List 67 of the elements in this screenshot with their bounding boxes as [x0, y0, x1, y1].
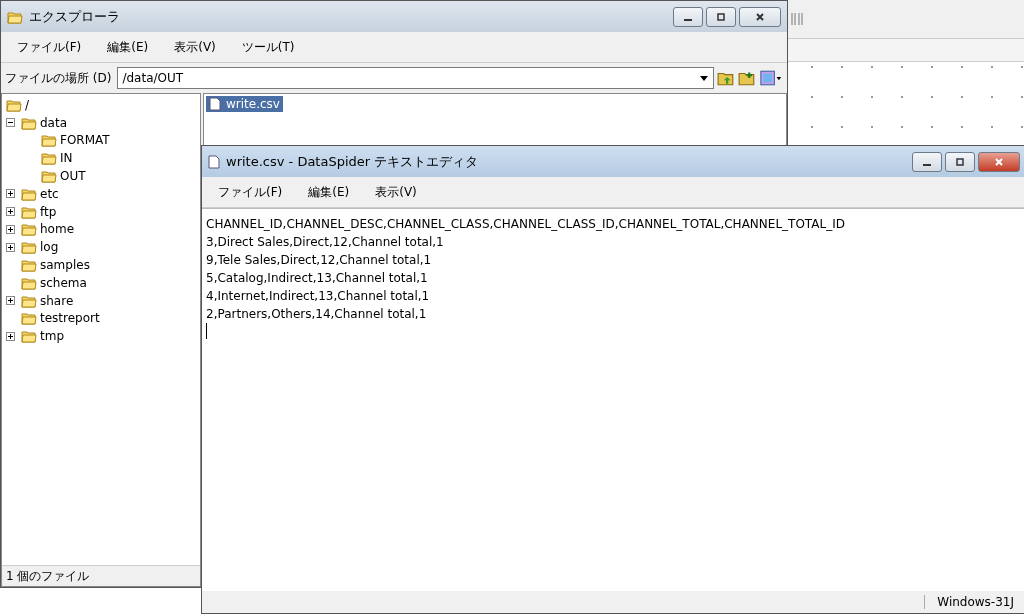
text-line: 2,Partners,Others,14,Channel total,1: [206, 306, 428, 323]
status-text: 1 個のファイル: [2, 565, 200, 586]
tree-item[interactable]: FORMAT: [60, 133, 110, 148]
window-title: エクスプローラ: [29, 7, 120, 26]
tree-item[interactable]: /: [25, 97, 30, 112]
expand-icon[interactable]: [6, 242, 18, 252]
file-item[interactable]: write.csv: [206, 96, 283, 112]
expand-icon[interactable]: [6, 331, 18, 341]
tree-item[interactable]: log: [40, 240, 59, 255]
text-line: 3,Direct Sales,Direct,12,Channel total,1: [206, 234, 445, 251]
minimize-button[interactable]: [673, 6, 703, 27]
tree-item[interactable]: samples: [40, 258, 90, 273]
folder-icon: [21, 239, 37, 256]
close-button[interactable]: [978, 151, 1020, 172]
minimize-icon: [923, 163, 931, 166]
location-field[interactable]: /data/OUT: [117, 67, 714, 89]
minimize-icon: [684, 18, 692, 21]
menu-item[interactable]: ファイル(F): [208, 181, 293, 203]
folder-icon: [21, 257, 37, 274]
tree-item[interactable]: IN: [60, 151, 73, 166]
view-icon[interactable]: [759, 69, 783, 87]
minimize-button[interactable]: [912, 151, 942, 172]
maximize-icon: [955, 156, 965, 167]
maximize-icon: [716, 11, 726, 22]
window-title: write.csv - DataSpider テキストエディタ: [226, 152, 479, 171]
tree-item[interactable]: OUT: [60, 169, 86, 184]
menu-item[interactable]: ツール(T): [231, 36, 305, 58]
encoding-label: Windows-31J: [924, 595, 1014, 609]
folder-icon: [41, 150, 57, 167]
tree-item[interactable]: tmp: [40, 329, 64, 344]
text-line: 4,Internet,Indirect,13,Channel total,1: [206, 288, 431, 305]
expand-icon[interactable]: [6, 296, 18, 306]
close-icon: [994, 156, 1004, 167]
maximize-button[interactable]: [706, 6, 736, 27]
menu-item[interactable]: 編集(E): [97, 36, 159, 58]
tree-item[interactable]: schema: [40, 275, 87, 290]
expand-icon[interactable]: [6, 224, 18, 234]
menu-item[interactable]: 編集(E): [298, 181, 360, 203]
menu-item[interactable]: ファイル(F): [7, 36, 92, 58]
folder-icon: [41, 132, 57, 149]
menu-item[interactable]: 表示(V): [164, 36, 226, 58]
folder-icon: [41, 168, 57, 185]
expand-icon[interactable]: [6, 189, 18, 199]
document-icon: [208, 154, 220, 169]
tree-item[interactable]: share: [40, 293, 74, 308]
folder-icon: [21, 310, 37, 327]
tree-item[interactable]: etc: [40, 186, 59, 201]
menu-item[interactable]: 表示(V): [365, 181, 427, 203]
location-label: ファイルの場所 (D): [5, 69, 112, 87]
expand-icon[interactable]: [6, 207, 18, 217]
text-line: 5,Catalog,Indirect,13,Channel total,1: [206, 270, 429, 287]
tree-item[interactable]: data: [40, 115, 68, 130]
text-cursor: [206, 323, 207, 339]
folder-icon: [21, 221, 37, 238]
collapse-icon[interactable]: [6, 118, 18, 128]
document-icon: [209, 97, 221, 111]
tree-item[interactable]: home: [40, 222, 75, 237]
dropdown-icon[interactable]: [699, 73, 709, 83]
folder-icon: [21, 328, 37, 345]
new-folder-icon[interactable]: [738, 69, 756, 87]
close-button[interactable]: [739, 6, 781, 27]
text-line: 9,Tele Sales,Direct,12,Channel total,1: [206, 252, 433, 269]
tree-item[interactable]: ftp: [40, 204, 57, 219]
maximize-button[interactable]: [945, 151, 975, 172]
text-line: CHANNEL_ID,CHANNEL_DESC,CHANNEL_CLASS,CHANNEL_CLASS_ID,CHANNEL_TOTAL,CHANNEL_TOTAL_ID: [206, 216, 846, 233]
tree-item[interactable]: testreport: [40, 311, 100, 326]
close-icon: [755, 11, 765, 22]
